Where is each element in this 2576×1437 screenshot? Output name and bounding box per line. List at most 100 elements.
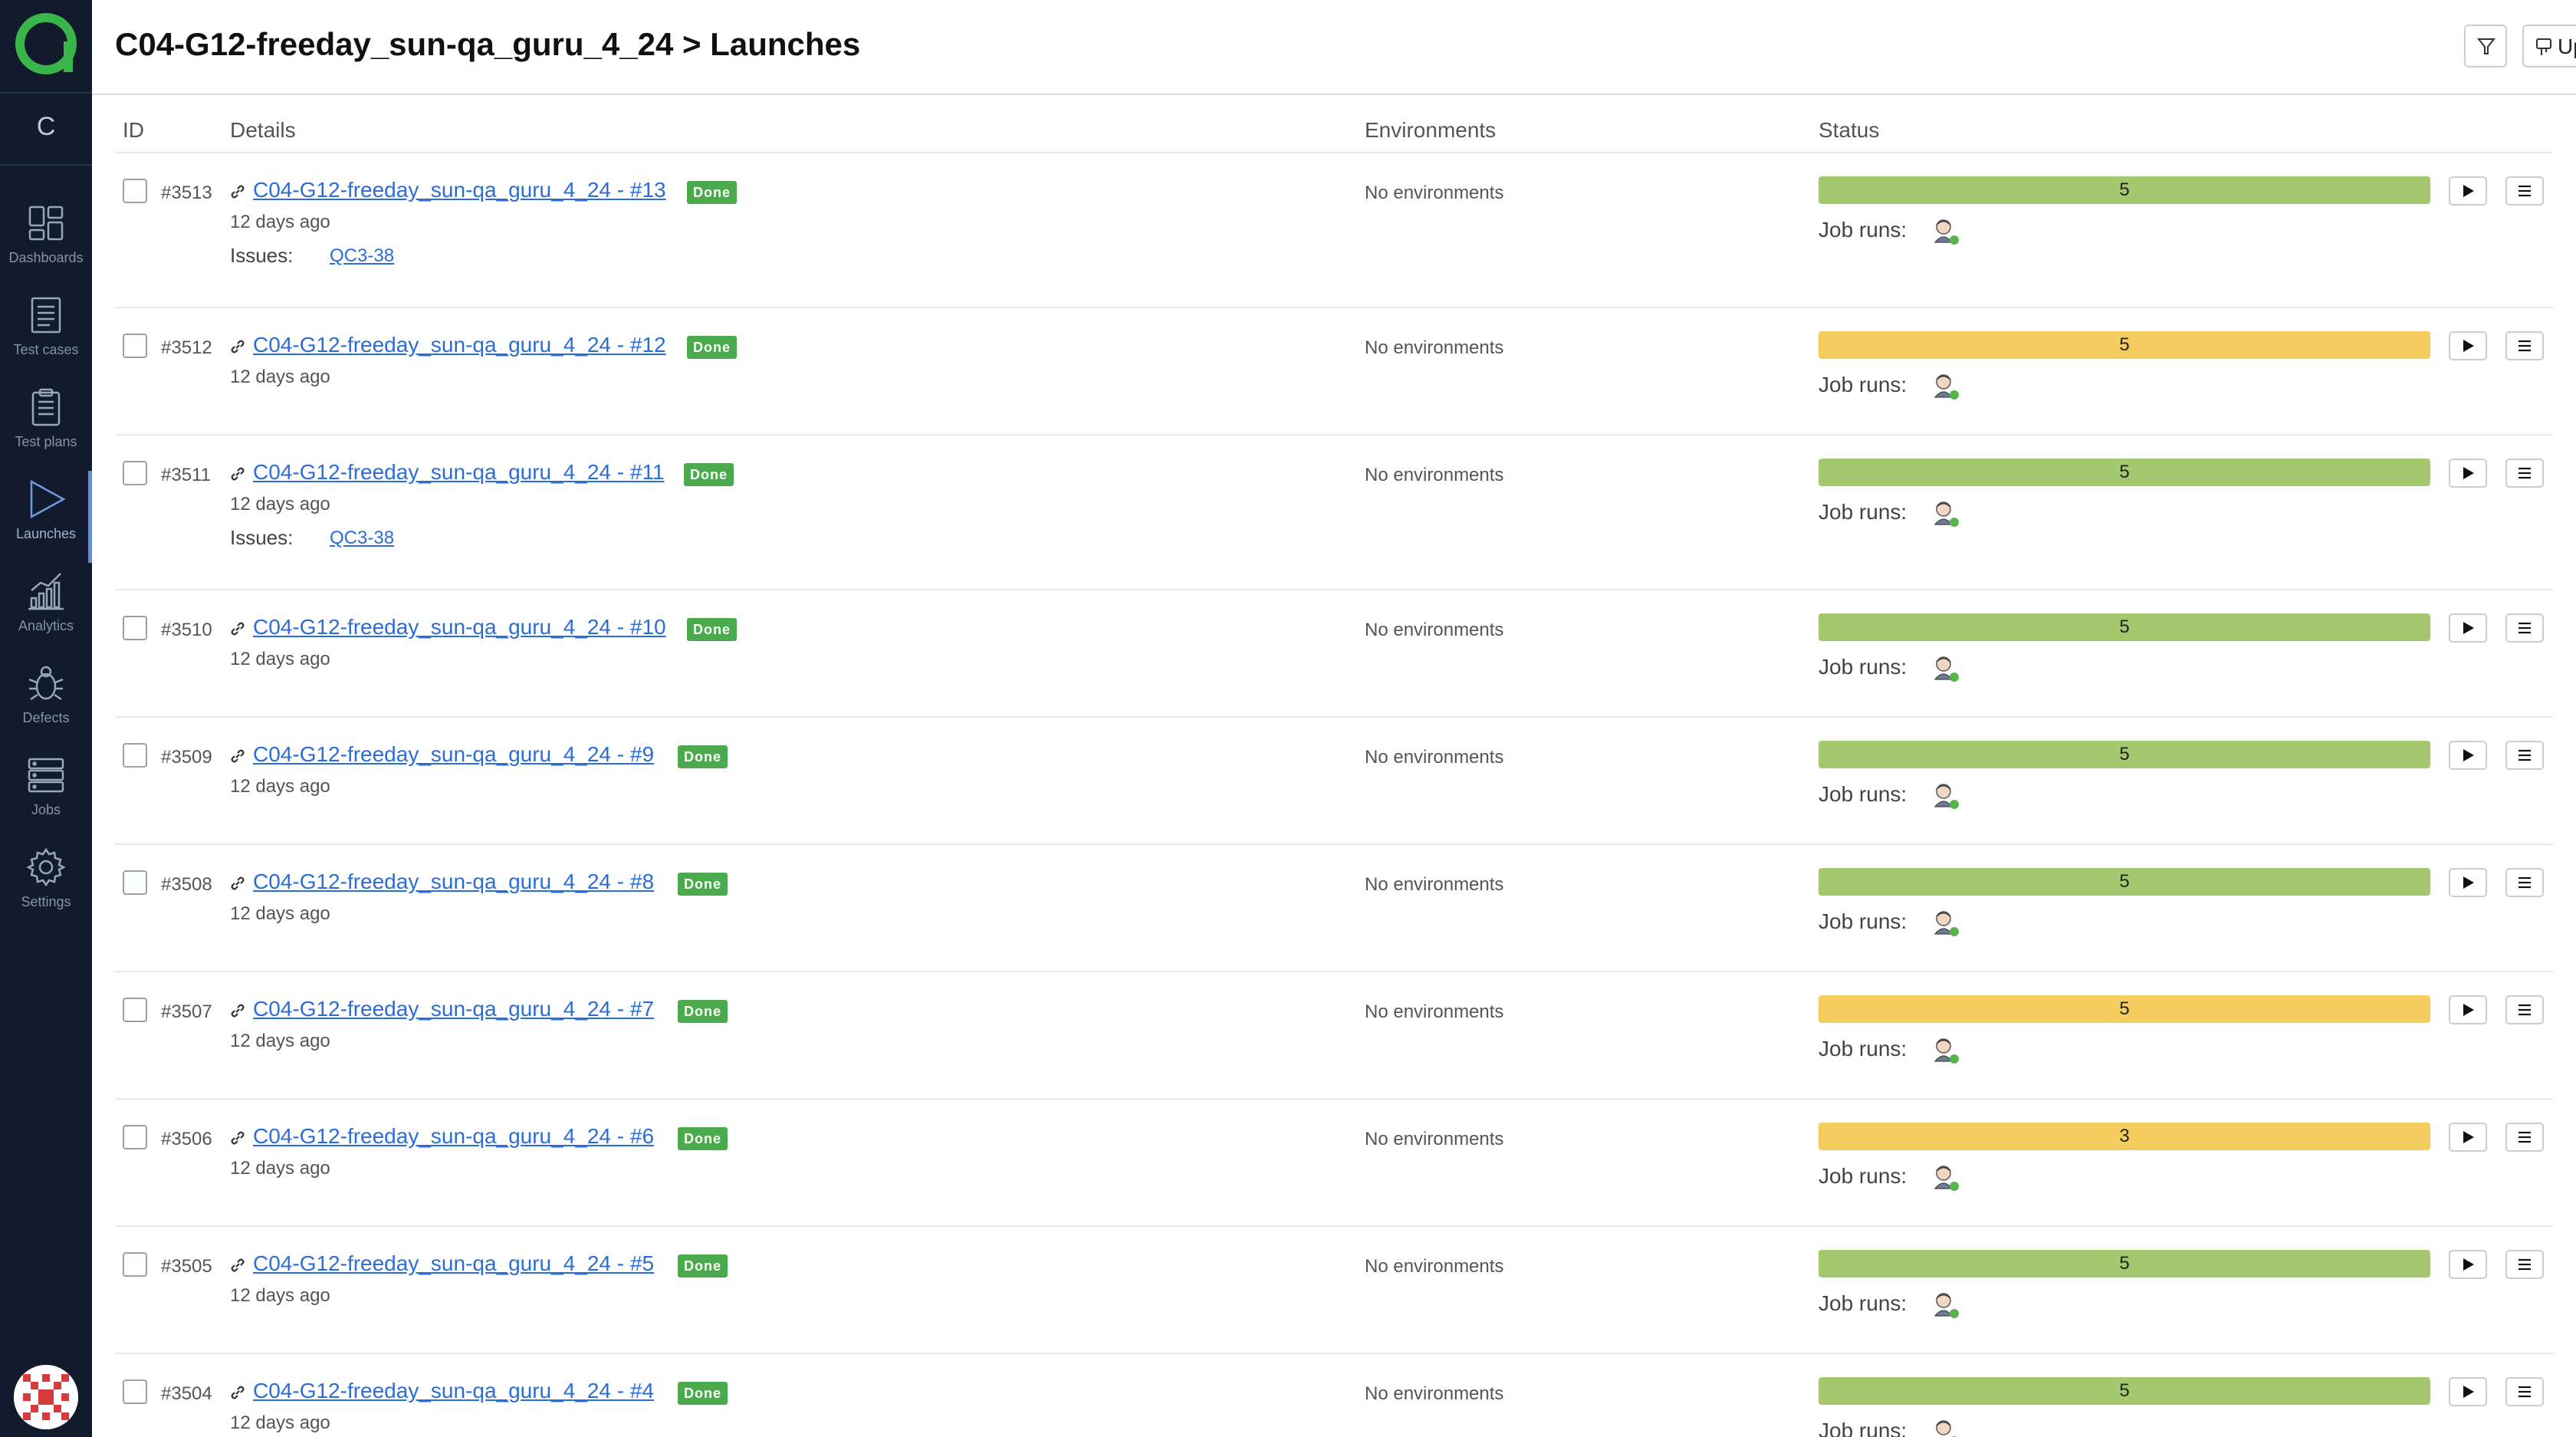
rerun-button[interactable] [2449,995,2487,1024]
job-run-avatar[interactable] [1930,653,1961,684]
play-icon [2463,749,2474,761]
row-checkbox[interactable] [123,1379,147,1404]
launch-name-link[interactable]: C04-G12-freeday_sun-qa_guru_4_24 - #11 [253,460,665,485]
rerun-button[interactable] [2449,1250,2487,1279]
launch-name-link[interactable]: C04-G12-freeday_sun-qa_guru_4_24 - #9 [253,742,654,767]
status-bar[interactable]: 5 [1819,176,2430,204]
row-checkbox[interactable] [123,461,147,485]
job-runs-label: Job runs: [1819,218,1907,242]
table-row[interactable]: #3504 C04-G12-freeday_sun-qa_guru_4_24 - … [115,1354,2553,1437]
menu-icon [2518,876,2531,889]
job-run-avatar[interactable] [1930,908,1961,939]
job-run-avatar[interactable] [1930,1162,1961,1193]
upload-button[interactable]: Upload [2522,25,2576,67]
row-menu-button[interactable] [2505,613,2544,643]
column-header-id[interactable]: ID [123,118,144,143]
sidebar-item-settings[interactable]: Settings [0,836,92,928]
row-checkbox[interactable] [123,616,147,640]
job-run-avatar[interactable] [1930,216,1961,247]
sidebar-item-dashboards[interactable]: Dashboards [0,192,92,284]
row-checkbox[interactable] [123,1125,147,1149]
row-menu-button[interactable] [2505,1377,2544,1406]
launch-name-link[interactable]: C04-G12-freeday_sun-qa_guru_4_24 - #7 [253,997,654,1021]
table-row[interactable]: #3512 C04-G12-freeday_sun-qa_guru_4_24 - … [115,308,2553,436]
status-bar[interactable]: 5 [1819,741,2430,768]
status-badge: Done [687,618,737,641]
sidebar-item-jobs[interactable]: Jobs [0,744,92,836]
launch-name-link[interactable]: C04-G12-freeday_sun-qa_guru_4_24 - #4 [253,1379,654,1403]
rerun-button[interactable] [2449,331,2487,360]
job-run-avatar[interactable] [1930,498,1961,529]
row-menu-button[interactable] [2505,1250,2544,1279]
table-row[interactable]: #3508 C04-G12-freeday_sun-qa_guru_4_24 - … [115,845,2553,972]
status-bar[interactable]: 5 [1819,459,2430,486]
project-switcher[interactable]: C [0,112,92,142]
rerun-button[interactable] [2449,1123,2487,1152]
rerun-button[interactable] [2449,868,2487,897]
table-row[interactable]: #3509 C04-G12-freeday_sun-qa_guru_4_24 - … [115,718,2553,845]
row-checkbox[interactable] [123,334,147,358]
filter-button[interactable] [2464,25,2507,67]
issue-link[interactable]: QC3-38 [330,528,394,549]
rerun-button[interactable] [2449,741,2487,770]
sidebar-item-launches[interactable]: Launches [0,468,92,560]
table-row[interactable]: #3505 C04-G12-freeday_sun-qa_guru_4_24 - … [115,1227,2553,1354]
launch-time-ago: 12 days ago [230,1158,330,1179]
column-header-status[interactable]: Status [1819,118,1879,143]
column-header-details[interactable]: Details [230,118,296,143]
launch-name-link[interactable]: C04-G12-freeday_sun-qa_guru_4_24 - #8 [253,870,654,894]
status-bar[interactable]: 5 [1819,613,2430,641]
sidebar-item-analytics[interactable]: Analytics [0,560,92,652]
launch-name-link[interactable]: C04-G12-freeday_sun-qa_guru_4_24 - #5 [253,1251,654,1276]
table-row[interactable]: #3507 C04-G12-freeday_sun-qa_guru_4_24 - … [115,972,2553,1100]
table-row[interactable]: #3511 C04-G12-freeday_sun-qa_guru_4_24 - … [115,436,2553,590]
status-bar[interactable]: 5 [1819,995,2430,1023]
sidebar-item-defects[interactable]: Defects [0,652,92,744]
job-runs-label: Job runs: [1819,655,1907,679]
status-bar[interactable]: 5 [1819,331,2430,359]
row-menu-button[interactable] [2505,1123,2544,1152]
job-run-avatar[interactable] [1930,1290,1961,1320]
table-row[interactable]: #3506 C04-G12-freeday_sun-qa_guru_4_24 - … [115,1100,2553,1227]
environments-text: No environments [1365,1129,1504,1149]
menu-icon [2518,1386,2531,1398]
row-menu-button[interactable] [2505,176,2544,206]
status-bar[interactable]: 5 [1819,868,2430,896]
job-run-avatar[interactable] [1930,781,1961,811]
user-avatar[interactable] [14,1365,78,1429]
status-bar[interactable]: 3 [1819,1123,2430,1150]
row-menu-button[interactable] [2505,995,2544,1024]
column-header-environments[interactable]: Environments [1365,118,1496,143]
job-run-avatar[interactable] [1930,371,1961,402]
rerun-button[interactable] [2449,459,2487,488]
table-row[interactable]: #3513 C04-G12-freeday_sun-qa_guru_4_24 - … [115,153,2553,308]
status-bar[interactable]: 5 [1819,1250,2430,1278]
row-menu-button[interactable] [2505,331,2544,360]
launch-name-link[interactable]: C04-G12-freeday_sun-qa_guru_4_24 - #6 [253,1124,654,1149]
table-row[interactable]: #3510 C04-G12-freeday_sun-qa_guru_4_24 - … [115,590,2553,718]
row-checkbox[interactable] [123,743,147,768]
sidebar-item-test-plans[interactable]: Test plans [0,376,92,468]
job-run-avatar[interactable] [1930,1035,1961,1066]
row-checkbox[interactable] [123,870,147,895]
launch-id: #3505 [161,1256,212,1277]
rerun-button[interactable] [2449,176,2487,206]
launch-name-link[interactable]: C04-G12-freeday_sun-qa_guru_4_24 - #12 [253,333,666,357]
issue-link[interactable]: QC3-38 [330,245,394,267]
job-run-avatar[interactable] [1930,1417,1961,1437]
row-menu-button[interactable] [2505,459,2544,488]
jenkins-avatar-icon [1934,374,1959,400]
rerun-button[interactable] [2449,613,2487,643]
status-bar[interactable]: 5 [1819,1377,2430,1405]
launch-name-link[interactable]: C04-G12-freeday_sun-qa_guru_4_24 - #13 [253,178,666,202]
rerun-button[interactable] [2449,1377,2487,1406]
launch-name-link[interactable]: C04-G12-freeday_sun-qa_guru_4_24 - #10 [253,615,666,640]
row-checkbox[interactable] [123,998,147,1022]
jenkins-avatar-icon [1934,1038,1959,1064]
app-logo[interactable] [13,11,79,77]
row-checkbox[interactable] [123,179,147,203]
sidebar-item-test-cases[interactable]: Test cases [0,284,92,376]
row-menu-button[interactable] [2505,868,2544,897]
row-checkbox[interactable] [123,1252,147,1277]
row-menu-button[interactable] [2505,741,2544,770]
